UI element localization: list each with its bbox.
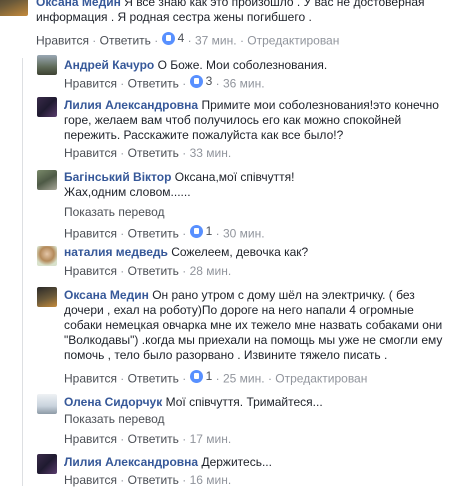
- reply-link[interactable]: Ответить: [128, 473, 179, 487]
- comment-actions: Нравится · Ответить · 28 мин.: [64, 264, 232, 278]
- comment-actions: Нравится · Ответить · 3 · 36 мин.: [64, 74, 265, 91]
- like-count[interactable]: 1: [189, 224, 212, 238]
- comment-text-line: горе, желаем вам чтоб получилось его как…: [64, 113, 402, 127]
- comment-text-line: дочери , ехал на роботу)По дороге на нег…: [64, 303, 414, 317]
- like-link[interactable]: Нравится: [64, 432, 117, 446]
- reply-thread-line: [22, 58, 23, 486]
- thumbs-up-icon: [189, 74, 203, 88]
- comment-text-line: собаки немецкая овчарка мне их тежело мн…: [64, 318, 443, 332]
- reply-link[interactable]: Ответить: [128, 432, 179, 446]
- timestamp[interactable]: 36 мин.: [223, 77, 265, 91]
- comment-text-line: "Волкодавы") .когда мы приехали на помощ…: [64, 333, 443, 347]
- reply-link[interactable]: Ответить: [128, 264, 179, 278]
- comment-text-line: информация . Я родная сестра жены погибш…: [36, 10, 312, 24]
- show-translation-link[interactable]: Показать перевод: [64, 412, 165, 426]
- like-link[interactable]: Нравится: [64, 227, 117, 241]
- timestamp[interactable]: 25 мин.: [223, 372, 265, 386]
- comment-text-line: Держитесь...: [201, 455, 272, 469]
- like-count[interactable]: 3: [189, 74, 212, 88]
- show-translation-link[interactable]: Показать перевод: [64, 205, 165, 219]
- thumbs-up-icon: [189, 369, 203, 383]
- comment-text-line: Сожелеем, девочка как?: [171, 245, 309, 259]
- timestamp[interactable]: 28 мин.: [190, 264, 232, 278]
- comment-actions: Нравится · Ответить · 1 · 30 мин.: [64, 224, 265, 241]
- avatar[interactable]: [37, 454, 57, 474]
- reply-link[interactable]: Ответить: [100, 34, 151, 48]
- comment-text-line: Он рано утром с дому шёл на электричку. …: [152, 288, 415, 302]
- comment-text-line: Я все знаю как это произошло . У вас не …: [124, 0, 425, 9]
- author-name[interactable]: Андрей Качуро: [64, 58, 154, 72]
- timestamp[interactable]: 37 мин.: [195, 34, 237, 48]
- timestamp[interactable]: 33 мин.: [190, 146, 232, 160]
- like-link[interactable]: Нравится: [64, 264, 117, 278]
- timestamp[interactable]: 17 мин.: [190, 432, 232, 446]
- comment-text-line: Примите мои соболезнования!это конечно: [201, 98, 439, 112]
- comment-actions: Нравится · Ответить · 1 · 25 мин. · Отре…: [64, 369, 368, 386]
- like-link[interactable]: Нравится: [64, 77, 117, 91]
- reply-link[interactable]: Ответить: [128, 372, 179, 386]
- comment-text-line: Жах,одним словом......: [64, 185, 191, 199]
- comment-text-line: О Боже. Мои соболезнования.: [157, 58, 328, 72]
- comment-actions: Нравится · Ответить · 4 · 37 мин. · Отре…: [36, 31, 340, 48]
- reply-link[interactable]: Ответить: [128, 146, 179, 160]
- like-count[interactable]: 4: [161, 31, 184, 45]
- like-link[interactable]: Нравится: [64, 146, 117, 160]
- timestamp[interactable]: 16 мин.: [190, 473, 232, 487]
- avatar[interactable]: [37, 55, 57, 75]
- edited-label[interactable]: Отредактирован: [247, 34, 339, 48]
- edited-label[interactable]: Отредактирован: [275, 372, 367, 386]
- timestamp[interactable]: 30 мин.: [223, 227, 265, 241]
- like-link[interactable]: Нравится: [36, 34, 89, 48]
- comment-text-line: Мої співчуття. Тримайтеся...: [165, 395, 323, 409]
- avatar[interactable]: [37, 394, 57, 414]
- author-name[interactable]: Оксана Медин: [36, 0, 121, 9]
- author-name[interactable]: Олена Сидорчук: [64, 395, 162, 409]
- thumbs-up-icon: [161, 31, 175, 45]
- author-name[interactable]: наталия медведь: [64, 245, 168, 259]
- comment-actions: Нравится · Ответить · 16 мин.: [64, 473, 232, 487]
- author-name[interactable]: Багінський Віктор: [64, 170, 171, 184]
- comment-text-line: пережить. Расскажите пожалуйста как все …: [64, 128, 344, 142]
- author-name[interactable]: Лилия Александровна: [64, 98, 198, 112]
- comment-actions: Нравится · Ответить · 33 мин.: [64, 146, 232, 160]
- comment-text-line: Оксана,мої співчуття!: [174, 170, 295, 184]
- avatar[interactable]: [37, 170, 57, 190]
- author-name[interactable]: Оксана Медин: [64, 288, 149, 302]
- like-link[interactable]: Нравится: [64, 372, 117, 386]
- avatar[interactable]: [37, 246, 57, 266]
- avatar[interactable]: [0, 0, 28, 16]
- like-link[interactable]: Нравится: [64, 473, 117, 487]
- like-count[interactable]: 1: [189, 369, 212, 383]
- avatar[interactable]: [37, 287, 57, 307]
- thumbs-up-icon: [189, 224, 203, 238]
- comment-text-line: помочь , тело было разорвано . Извините …: [64, 348, 388, 362]
- reply-link[interactable]: Ответить: [128, 227, 179, 241]
- reply-link[interactable]: Ответить: [128, 77, 179, 91]
- author-name[interactable]: Лилия Александровна: [64, 455, 198, 469]
- avatar[interactable]: [37, 97, 57, 117]
- comment-actions: Нравится · Ответить · 17 мин.: [64, 432, 232, 446]
